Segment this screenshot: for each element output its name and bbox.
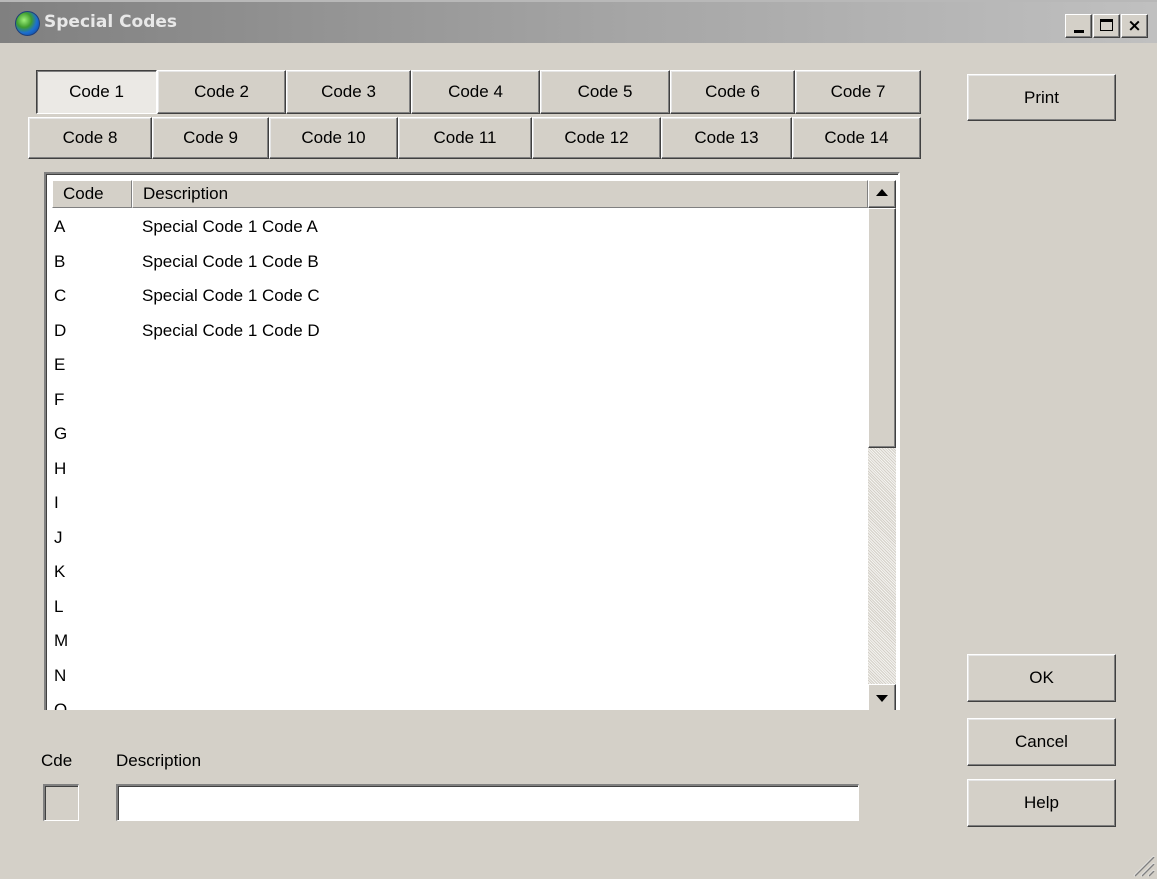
row-description: Special Code 1 Code D	[142, 320, 320, 340]
tab-code-9[interactable]: Code 9	[152, 117, 269, 159]
row-code: A	[54, 217, 66, 237]
row-code: F	[54, 389, 65, 409]
tab-code-6[interactable]: Code 6	[670, 70, 795, 114]
arrow-down-icon	[876, 695, 888, 702]
tab-code-4[interactable]: Code 4	[411, 70, 540, 114]
tab-code-12[interactable]: Code 12	[532, 117, 661, 159]
row-description: Special Code 1 Code B	[142, 251, 319, 271]
arrow-up-icon	[876, 189, 888, 196]
help-button[interactable]: Help	[967, 779, 1116, 827]
row-code: B	[54, 251, 66, 271]
scroll-down-button[interactable]	[868, 684, 896, 710]
resize-grip-icon[interactable]	[1131, 853, 1155, 877]
window-title: Special Codes	[44, 12, 178, 32]
list-item[interactable]: A Special Code 1 Code A	[52, 210, 868, 245]
globe-icon	[15, 11, 40, 36]
tab-code-11[interactable]: Code 11	[398, 117, 532, 159]
maximize-icon	[1100, 19, 1113, 31]
row-code: O	[54, 700, 68, 710]
close-button[interactable]: ×	[1121, 14, 1148, 38]
tab-code-1[interactable]: Code 1	[36, 70, 157, 114]
row-code: K	[54, 562, 66, 582]
row-code: M	[54, 631, 69, 651]
list-item[interactable]: O	[52, 693, 868, 710]
row-description: Special Code 1 Code A	[142, 217, 318, 237]
row-description: Special Code 1 Code C	[142, 286, 320, 306]
list-rows: A Special Code 1 Code A B Special Code 1 C…	[52, 210, 868, 710]
row-code: H	[54, 458, 67, 478]
tab-code-7[interactable]: Code 7	[795, 70, 921, 114]
list-item[interactable]: C Special Code 1 Code C	[52, 279, 868, 314]
row-code: L	[54, 596, 64, 616]
tab-code-10[interactable]: Code 10	[269, 117, 398, 159]
tab-code-3[interactable]: Code 3	[286, 70, 411, 114]
minimize-button[interactable]	[1065, 14, 1092, 38]
list-header: Code Description	[52, 180, 868, 208]
column-header-code[interactable]: Code	[52, 180, 132, 208]
column-header-description[interactable]: Description	[132, 180, 868, 208]
list-item[interactable]: I	[52, 486, 868, 521]
code-input[interactable]	[43, 784, 79, 821]
code-label: Cde	[41, 751, 73, 770]
description-label: Description	[116, 751, 202, 770]
list-scrollbar[interactable]	[868, 180, 896, 710]
print-button[interactable]: Print	[967, 74, 1116, 121]
close-icon: ×	[1127, 15, 1142, 36]
minimize-icon	[1074, 30, 1084, 33]
tab-code-14[interactable]: Code 14	[792, 117, 921, 159]
description-input[interactable]	[116, 784, 859, 821]
scroll-thumb[interactable]	[868, 208, 896, 448]
tab-code-8[interactable]: Code 8	[28, 117, 152, 159]
codes-list[interactable]: Code Description A Special Code 1 Code A …	[44, 172, 900, 710]
list-item[interactable]: N	[52, 659, 868, 694]
row-code: I	[54, 493, 59, 513]
scroll-up-button[interactable]	[868, 180, 896, 208]
list-item[interactable]: H	[52, 452, 868, 487]
row-code: N	[54, 665, 67, 685]
list-item[interactable]: G	[52, 417, 868, 452]
row-code: D	[54, 320, 67, 340]
row-code: E	[54, 355, 66, 375]
list-item[interactable]: K	[52, 555, 868, 590]
list-item[interactable]: M	[52, 624, 868, 659]
row-code: G	[54, 424, 68, 444]
tab-code-13[interactable]: Code 13	[661, 117, 792, 159]
title-bar[interactable]: Special Codes ×	[0, 0, 1157, 43]
list-item[interactable]: E	[52, 348, 868, 383]
list-item[interactable]: D Special Code 1 Code D	[52, 314, 868, 349]
list-item[interactable]: B Special Code 1 Code B	[52, 245, 868, 280]
list-item[interactable]: J	[52, 521, 868, 556]
tab-code-5[interactable]: Code 5	[540, 70, 670, 114]
cancel-button[interactable]: Cancel	[967, 718, 1116, 766]
row-code: C	[54, 286, 67, 306]
ok-button[interactable]: OK	[967, 654, 1116, 702]
list-item[interactable]: L	[52, 590, 868, 625]
tab-code-2[interactable]: Code 2	[157, 70, 286, 114]
list-item[interactable]: F	[52, 383, 868, 418]
maximize-button[interactable]	[1093, 14, 1120, 38]
row-code: J	[54, 527, 63, 547]
